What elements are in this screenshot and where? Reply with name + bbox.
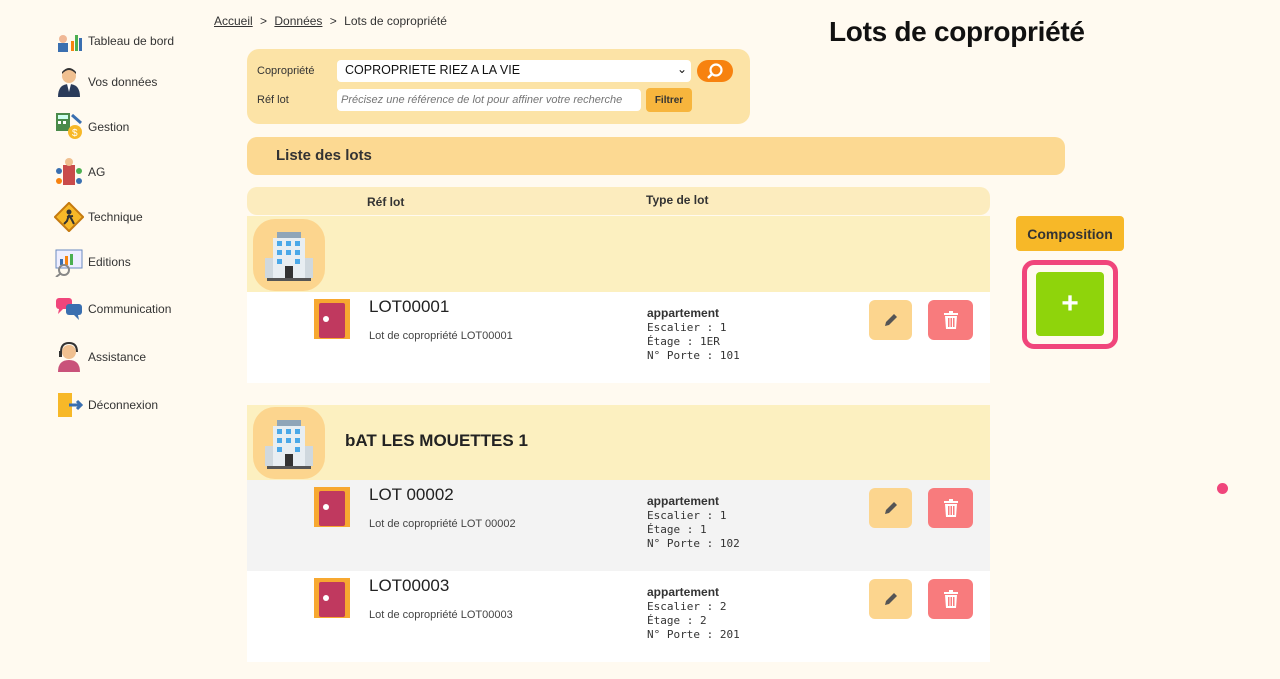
lot-description: Lot de copropriété LOT00001 — [369, 330, 513, 342]
sidebar-item-editions[interactable]: Editions — [54, 247, 131, 277]
lot-etage: Étage : 2 — [647, 614, 707, 627]
lot-type-details: appartement Escalier : 2 Étage : 2 N° Po… — [647, 585, 740, 642]
sidebar-item-label: Editions — [88, 255, 131, 269]
sidebar-item-label: AG — [88, 165, 106, 179]
delete-button[interactable] — [928, 300, 973, 340]
page-title: Lots de copropriété — [829, 16, 1085, 47]
ref-lot-label: Réf lot — [257, 94, 289, 106]
copropriete-select[interactable]: COPROPRIETE RIEZ A LA VIE ⌄ — [337, 60, 691, 82]
breadcrumb: Accueil > Données > Lots de copropriété — [214, 14, 447, 28]
lot-name: LOT 00002 — [369, 485, 454, 504]
lot-type-details: appartement Escalier : 1 Étage : 1ER N° … — [647, 306, 740, 363]
support-icon — [54, 342, 84, 372]
sidebar-item-tableau-de-bord[interactable]: Tableau de bord — [54, 26, 174, 56]
breadcrumb-separator: > — [260, 14, 268, 28]
column-header-ref: Réf lot — [367, 195, 405, 209]
sidebar-item-label: Déconnexion — [88, 398, 159, 412]
door-icon — [313, 298, 351, 345]
ref-lot-input[interactable] — [337, 89, 641, 111]
sidebar-item-technique[interactable]: Technique — [54, 202, 143, 232]
lot-description: Lot de copropriété LOT00003 — [369, 609, 513, 621]
sidebar-item-ag[interactable]: AG — [54, 157, 105, 187]
building-icon — [253, 407, 325, 479]
lot-description: Lot de copropriété LOT 00002 — [369, 518, 516, 530]
building-name: bAT LES MOUETTES 1 — [345, 431, 528, 450]
dashboard-icon — [54, 26, 84, 56]
breadcrumb-current: Lots de copropriété — [344, 14, 447, 28]
pencil-icon — [884, 502, 897, 514]
edit-button[interactable] — [869, 488, 912, 528]
technician-icon — [54, 202, 84, 232]
lot-type-details: appartement Escalier : 1 Étage : 1 N° Po… — [647, 494, 740, 551]
building-row — [247, 216, 990, 292]
lot-porte: N° Porte : 201 — [647, 628, 740, 641]
breadcrumb-data-link[interactable]: Données — [274, 14, 322, 28]
chat-icon — [54, 294, 84, 324]
filter-panel: Copropriété COPROPRIETE RIEZ A LA VIE ⌄ … — [247, 49, 750, 124]
delete-button[interactable] — [928, 488, 973, 528]
door-icon — [313, 486, 351, 533]
logout-icon — [54, 390, 84, 420]
lot-escalier: Escalier : 2 — [647, 600, 727, 613]
cursor-indicator — [1217, 483, 1228, 494]
sidebar-item-label: Vos données — [88, 75, 158, 89]
lot-name: LOT00003 — [369, 576, 450, 595]
building-row: bAT LES MOUETTES 1 — [247, 405, 990, 480]
lot-escalier: Escalier : 1 — [647, 321, 727, 334]
trash-icon — [943, 590, 958, 608]
search-icon — [707, 63, 723, 79]
report-icon — [54, 247, 84, 277]
user-icon — [54, 67, 84, 97]
add-lot-highlight: + — [1022, 260, 1118, 349]
sidebar-item-label: Technique — [88, 210, 143, 224]
breadcrumb-separator: > — [329, 14, 337, 28]
sidebar-item-label: Tableau de bord — [88, 34, 175, 48]
lot-escalier: Escalier : 1 — [647, 509, 727, 522]
lot-etage: Étage : 1ER — [647, 335, 720, 348]
sidebar-item-label: Gestion — [88, 120, 130, 134]
composition-button[interactable]: Composition — [1016, 216, 1124, 251]
sidebar-item-vos-donnees[interactable]: Vos données — [54, 67, 157, 97]
filter-button[interactable]: Filtrer — [646, 88, 692, 112]
pencil-icon — [884, 314, 897, 326]
pencil-icon — [884, 593, 897, 605]
lot-type: appartement — [647, 494, 720, 508]
lot-type: appartement — [647, 585, 720, 599]
chevron-down-icon: ⌄ — [676, 62, 687, 76]
trash-icon — [943, 499, 958, 517]
lot-porte: N° Porte : 102 — [647, 537, 740, 550]
lot-etage: Étage : 1 — [647, 523, 707, 536]
trash-icon — [943, 311, 958, 329]
lot-name: LOT00001 — [369, 297, 450, 316]
sidebar-item-label: Communication — [88, 302, 172, 316]
table-header: Réf lot Type de lot — [247, 187, 990, 215]
lot-type: appartement — [647, 306, 720, 320]
sidebar-item-label: Assistance — [88, 350, 147, 364]
calculator-icon: $ — [54, 112, 84, 142]
sidebar-item-gestion[interactable]: $ Gestion — [54, 112, 129, 142]
copropriete-label: Copropriété — [257, 65, 315, 77]
edit-button[interactable] — [869, 300, 912, 340]
lot-row: LOT00001 Lot de copropriété LOT00001 app… — [247, 292, 990, 383]
lot-porte: N° Porte : 101 — [647, 349, 740, 362]
building-icon — [253, 219, 325, 291]
sidebar-item-communication[interactable]: Communication — [54, 294, 171, 324]
edit-button[interactable] — [869, 579, 912, 619]
lot-list-header: Liste des lots — [247, 137, 1065, 175]
delete-button[interactable] — [928, 579, 973, 619]
add-lot-button[interactable]: + — [1036, 272, 1104, 336]
breadcrumb-home-link[interactable]: Accueil — [214, 14, 253, 28]
svg-text:$: $ — [72, 128, 78, 139]
sidebar-item-assistance[interactable]: Assistance — [54, 342, 146, 372]
copropriete-select-value: COPROPRIETE RIEZ A LA VIE — [345, 63, 521, 77]
column-header-type: Type de lot — [646, 193, 709, 207]
meeting-icon — [54, 157, 84, 187]
search-button[interactable] — [697, 60, 733, 82]
lot-row: LOT00003 Lot de copropriété LOT00003 app… — [247, 571, 990, 662]
door-icon — [313, 577, 351, 624]
sidebar-item-deconnexion[interactable]: Déconnexion — [54, 390, 158, 420]
lot-row: LOT 00002 Lot de copropriété LOT 00002 a… — [247, 480, 990, 571]
